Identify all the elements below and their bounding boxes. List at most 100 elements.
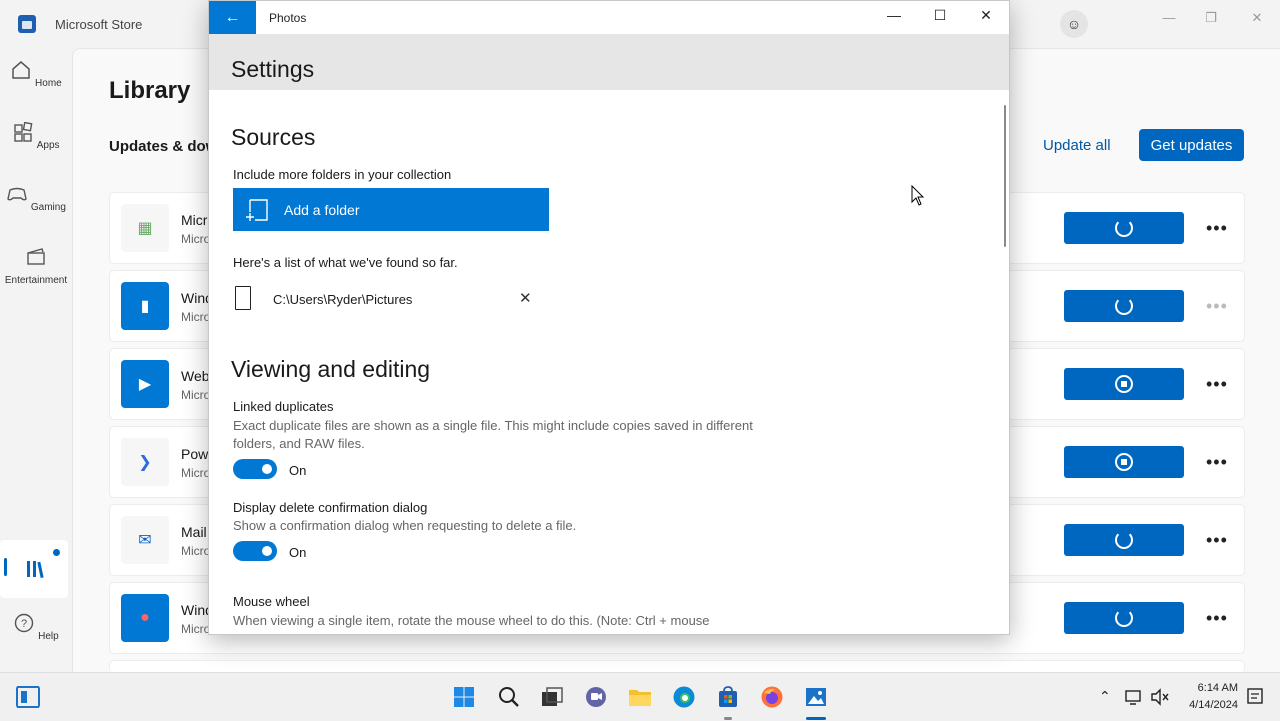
delete-confirmation-state: On (289, 545, 307, 560)
delete-confirmation-desc: Show a confirmation dialog when requesti… (233, 518, 577, 533)
minimize-button[interactable]: — (879, 7, 909, 27)
update-all-link[interactable]: Update all (1043, 137, 1111, 154)
add-folder-button[interactable]: Add a folder (233, 188, 549, 231)
file-explorer-icon[interactable] (628, 685, 652, 709)
more-options-icon[interactable]: ••• (1206, 608, 1228, 629)
apps-icon (14, 121, 33, 142)
mail-icon: ✉ (121, 516, 169, 564)
mouse-cursor-icon (911, 185, 925, 206)
remove-folder-icon[interactable]: ✕ (519, 289, 532, 307)
volume-muted-icon[interactable] (1150, 687, 1170, 707)
store-taskbar-icon[interactable] (716, 685, 740, 709)
close-button[interactable]: ✕ (971, 7, 1001, 27)
taskbar: ⌃ 6:14 AM 4/14/2024 (0, 672, 1280, 721)
stop-download-icon (1115, 375, 1133, 393)
page-title: Settings (231, 56, 315, 82)
chat-icon[interactable] (584, 685, 608, 709)
delete-confirmation-toggle[interactable] (233, 541, 277, 561)
network-icon[interactable] (1124, 687, 1144, 707)
folder-icon (235, 286, 251, 310)
updates-subheading: Updates & dow (109, 138, 218, 155)
widgets-icon[interactable] (16, 685, 40, 709)
folder-path: C:\Users\Ryder\Pictures (273, 292, 413, 307)
get-updates-button[interactable]: Get updates (1139, 129, 1244, 161)
spinner-icon (1115, 219, 1133, 237)
search-icon[interactable] (497, 685, 521, 709)
photos-window-title: Photos (269, 11, 307, 25)
store-logo-icon (18, 15, 36, 33)
nav-help-label: Help (38, 631, 59, 642)
store-restore-button[interactable]: ❐ (1200, 10, 1222, 26)
photos-titlebar: ← Photos — ☐ ✕ (209, 1, 1009, 34)
edge-icon[interactable] (672, 685, 696, 709)
nav-entertainment[interactable]: Entertainment (0, 246, 72, 286)
app-name: Web (181, 368, 210, 384)
nav-gaming[interactable]: Gaming (0, 184, 72, 213)
account-icon[interactable]: ☺ (1060, 10, 1088, 38)
more-options-icon[interactable]: ••• (1206, 296, 1228, 317)
scrollbar[interactable] (1004, 105, 1006, 247)
nav-help[interactable]: ? Help (0, 613, 72, 642)
library-badge-dot (53, 549, 60, 556)
app-progress-button[interactable] (1064, 524, 1184, 556)
mouse-wheel-desc: When viewing a single item, rotate the m… (233, 613, 710, 628)
app-publisher: Micro (181, 232, 211, 246)
back-arrow-icon: ← (224, 8, 241, 26)
linked-duplicates-state: On (289, 463, 307, 478)
library-heading: Library (109, 77, 191, 104)
app-name: Pow (181, 446, 209, 462)
found-folders-label: Here's a list of what we've found so far… (233, 255, 458, 270)
help-icon: ? (15, 613, 34, 633)
app-name: Micr (181, 212, 208, 228)
store-title: Microsoft Store (55, 17, 143, 32)
show-hidden-icons-icon[interactable]: ⌃ (1099, 688, 1111, 705)
firefox-icon[interactable] (760, 685, 784, 709)
notifications-icon[interactable] (1246, 687, 1264, 707)
back-button[interactable]: ← (209, 1, 256, 34)
more-options-icon[interactable]: ••• (1206, 530, 1228, 551)
app-publisher: Micro (181, 466, 211, 480)
spinner-icon (1115, 531, 1133, 549)
settings-header: Settings (209, 34, 1009, 90)
home-icon (12, 61, 31, 79)
app-store-icon: ▦ (121, 204, 169, 252)
linked-duplicates-toggle[interactable] (233, 459, 277, 479)
app-progress-button[interactable] (1064, 290, 1184, 322)
app-icon: ▶ (121, 360, 169, 408)
more-options-icon[interactable]: ••• (1206, 374, 1228, 395)
entertainment-icon (27, 248, 45, 265)
delete-confirmation-title: Display delete confirmation dialog (233, 500, 428, 515)
app-progress-button[interactable] (1064, 212, 1184, 244)
nav-entertainment-label: Entertainment (4, 275, 68, 286)
mouse-wheel-title: Mouse wheel (233, 594, 310, 609)
app-icon: ▮ (121, 282, 169, 330)
more-options-icon[interactable]: ••• (1206, 218, 1228, 239)
app-progress-button[interactable] (1064, 602, 1184, 634)
nav-gaming-label: Gaming (30, 202, 66, 213)
nav-active-indicator (4, 558, 7, 576)
linked-duplicates-title: Linked duplicates (233, 399, 334, 414)
maximize-button[interactable]: ☐ (925, 7, 955, 27)
viewing-heading: Viewing and editing (231, 356, 431, 382)
store-minimize-button[interactable]: — (1158, 10, 1180, 26)
maps-icon: ● (121, 594, 169, 642)
nav-apps-label: Apps (36, 140, 60, 151)
photos-taskbar-icon[interactable] (804, 685, 828, 709)
clock-time[interactable]: 6:14 AM (1186, 682, 1238, 694)
app-publisher: Micro (181, 622, 211, 636)
task-view-icon[interactable] (540, 685, 564, 709)
store-close-button[interactable]: ✕ (1246, 10, 1268, 26)
start-icon[interactable] (452, 685, 476, 709)
app-name: Mail (181, 524, 207, 540)
nav-apps[interactable]: Apps (0, 121, 72, 151)
app-publisher: Micro (181, 388, 211, 402)
include-folders-label: Include more folders in your collection (233, 167, 452, 182)
nav-home[interactable]: Home (0, 60, 72, 89)
app-progress-button[interactable] (1064, 368, 1184, 400)
app-progress-button[interactable] (1064, 446, 1184, 478)
add-folder-label: Add a folder (284, 201, 360, 218)
nav-home-label: Home (35, 78, 62, 89)
stop-download-icon (1115, 453, 1133, 471)
clock-date[interactable]: 4/14/2024 (1176, 699, 1238, 711)
more-options-icon[interactable]: ••• (1206, 452, 1228, 473)
